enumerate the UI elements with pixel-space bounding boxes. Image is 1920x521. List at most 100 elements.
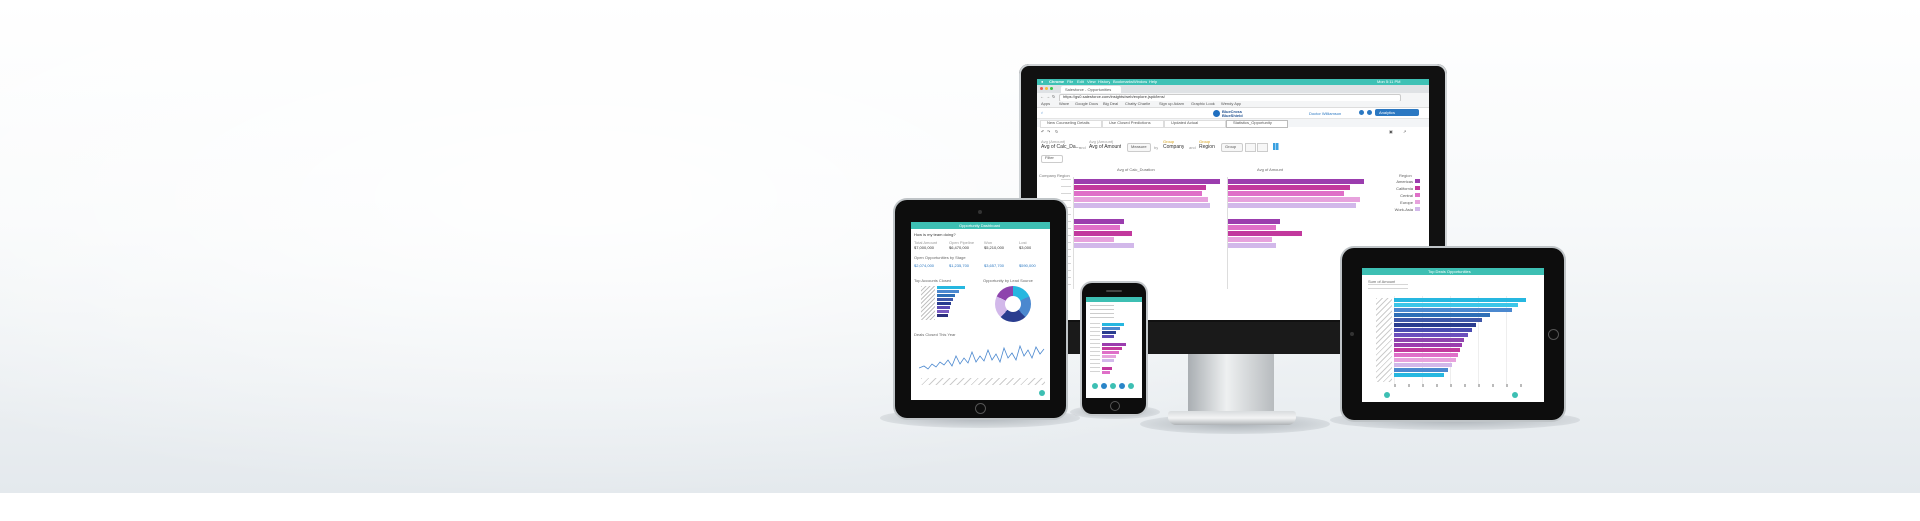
bar[interactable]: [1102, 335, 1114, 338]
redo-icon[interactable]: ↷: [1047, 129, 1050, 134]
refresh-icon[interactable]: ↻: [1055, 129, 1058, 134]
reload-icon[interactable]: ↻: [1052, 94, 1055, 99]
bar[interactable]: [937, 302, 951, 305]
menu-chrome[interactable]: Chrome: [1049, 79, 1064, 84]
bar[interactable]: [1228, 179, 1364, 184]
bar[interactable]: [1228, 237, 1272, 242]
legend-item[interactable]: California: [1383, 186, 1413, 191]
phone-action-icon[interactable]: [1128, 383, 1134, 389]
fab-icon[interactable]: [1039, 390, 1045, 396]
bar[interactable]: [1102, 343, 1126, 346]
bookmark-item[interactable]: Graphic Look: [1191, 101, 1215, 106]
bar[interactable]: [1102, 323, 1124, 326]
bar[interactable]: [1228, 231, 1302, 236]
bookmark-item[interactable]: Big Deal: [1103, 101, 1118, 106]
apple-icon[interactable]: ●: [1041, 79, 1043, 84]
nav-back-icon[interactable]: ←: [1040, 94, 1044, 99]
bar[interactable]: [1228, 197, 1360, 202]
bar[interactable]: [1394, 363, 1452, 367]
bar[interactable]: [1228, 243, 1276, 248]
home-icon[interactable]: ⌂: [1041, 110, 1043, 115]
menu-window[interactable]: Window: [1133, 79, 1147, 84]
notifications-icon[interactable]: [1367, 110, 1372, 115]
bar[interactable]: [937, 298, 953, 301]
chart-view-icon[interactable]: [1273, 143, 1281, 150]
bookmark-item[interactable]: Apps: [1041, 101, 1050, 106]
phone-action-icon[interactable]: [1119, 383, 1125, 389]
legend-item[interactable]: Europe: [1383, 200, 1413, 205]
bar[interactable]: [1228, 203, 1356, 208]
window-minimize-icon[interactable]: [1045, 87, 1048, 90]
phone-action-icon[interactable]: [1092, 383, 1098, 389]
bar[interactable]: [1228, 219, 1280, 224]
bar[interactable]: [1394, 303, 1518, 307]
window-zoom-icon[interactable]: [1050, 87, 1053, 90]
bar[interactable]: [1074, 231, 1132, 236]
table-view-button[interactable]: [1257, 143, 1268, 152]
bar[interactable]: [1102, 371, 1110, 374]
bookmark-item[interactable]: Chatty Charlie: [1125, 101, 1150, 106]
bar[interactable]: [1102, 367, 1112, 370]
bar[interactable]: [1102, 351, 1119, 354]
undo-icon[interactable]: ↶: [1041, 129, 1044, 134]
chart-type-button[interactable]: [1245, 143, 1256, 152]
menu-view[interactable]: View: [1087, 79, 1096, 84]
legend-item[interactable]: Work-Asia: [1383, 207, 1413, 212]
bookmark-item[interactable]: Wendy App: [1221, 101, 1241, 106]
bar[interactable]: [1228, 225, 1276, 230]
share-icon[interactable]: ↗: [1403, 129, 1406, 134]
legend-item[interactable]: Central: [1383, 193, 1413, 198]
help-icon[interactable]: [1359, 110, 1364, 115]
user-name[interactable]: Doctor Williamson: [1309, 111, 1341, 116]
tablet-left-home-button[interactable]: [975, 403, 986, 414]
bar[interactable]: [1074, 191, 1202, 196]
nav-forward-icon[interactable]: →: [1046, 94, 1050, 99]
phone-action-icon[interactable]: [1101, 383, 1107, 389]
menu-edit[interactable]: Edit: [1077, 79, 1084, 84]
bar[interactable]: [937, 310, 949, 313]
bar[interactable]: [1074, 185, 1206, 190]
group-1[interactable]: Company: [1163, 144, 1184, 150]
menu-help[interactable]: Help: [1149, 79, 1157, 84]
bar[interactable]: [1074, 197, 1208, 202]
bar[interactable]: [1394, 328, 1472, 332]
bar[interactable]: [937, 286, 965, 289]
bar[interactable]: [1394, 373, 1444, 377]
bar[interactable]: [937, 306, 950, 309]
menu-file[interactable]: File: [1067, 79, 1073, 84]
bar[interactable]: [1394, 368, 1448, 372]
legend-item[interactable]: Americas: [1383, 179, 1413, 184]
bar[interactable]: [937, 294, 955, 297]
bar[interactable]: [1102, 359, 1114, 362]
phone-action-icon[interactable]: [1110, 383, 1116, 389]
bar[interactable]: [937, 314, 948, 317]
bar[interactable]: [1074, 243, 1134, 248]
bar[interactable]: [1074, 219, 1124, 224]
line-chart[interactable]: [919, 338, 1047, 378]
bar[interactable]: [1394, 298, 1526, 302]
bar[interactable]: [1228, 191, 1344, 196]
bar[interactable]: [1102, 355, 1116, 358]
tablet-right-home-button[interactable]: [1548, 329, 1559, 340]
bar[interactable]: [1394, 308, 1512, 312]
bookmark-item[interactable]: Google Docs: [1075, 101, 1098, 106]
measure-1[interactable]: Avg of Calc_Da...: [1041, 144, 1080, 150]
phone-home-button[interactable]: [1110, 401, 1120, 411]
bar[interactable]: [1394, 338, 1464, 342]
bar[interactable]: [1394, 323, 1476, 327]
measure-2[interactable]: Avg of Amount: [1089, 144, 1121, 150]
bar[interactable]: [1102, 347, 1122, 350]
fab-right-icon[interactable]: [1512, 392, 1518, 398]
bar[interactable]: [937, 290, 959, 293]
window-close-icon[interactable]: [1040, 87, 1043, 90]
bar[interactable]: [1394, 348, 1460, 352]
bar[interactable]: [1394, 343, 1462, 347]
bar[interactable]: [1074, 203, 1210, 208]
bar[interactable]: [1074, 179, 1220, 184]
bar[interactable]: [1394, 318, 1482, 322]
bar[interactable]: [1074, 225, 1120, 230]
bar[interactable]: [1394, 333, 1468, 337]
camera-icon[interactable]: ▣: [1389, 129, 1393, 134]
fab-left-icon[interactable]: [1384, 392, 1390, 398]
bookmark-item[interactable]: Wave: [1059, 101, 1069, 106]
